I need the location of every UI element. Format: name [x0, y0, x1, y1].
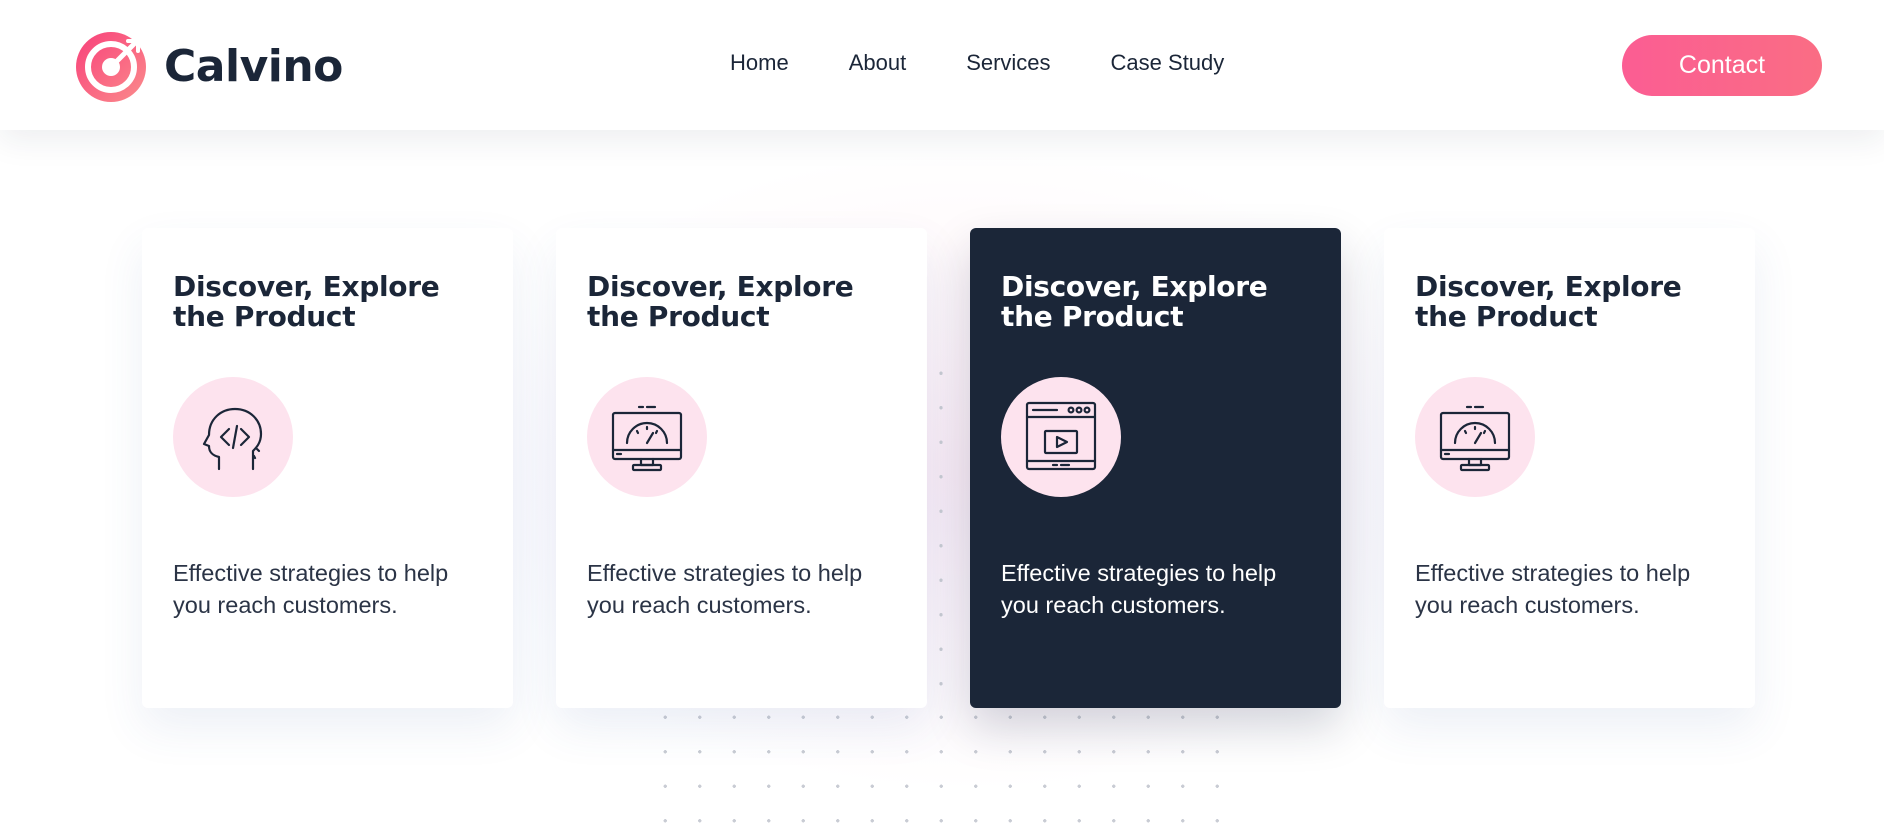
feature-card-2[interactable]: Discover, Explore the Product Effective …: [556, 228, 927, 708]
card-icon-badge: [1001, 377, 1121, 497]
card-title: Discover, Explore the Product: [587, 270, 854, 333]
card-title: Discover, Explore the Product: [1001, 270, 1268, 333]
card-icon-badge: [587, 377, 707, 497]
target-logo-icon: [76, 32, 146, 102]
card-description: Effective strategies to help you reach c…: [587, 560, 863, 618]
dashboard-monitor-icon: [611, 405, 683, 472]
brand-name: Calvino: [164, 40, 343, 92]
card-description: Effective strategies to help you reach c…: [173, 560, 449, 618]
card-title: Discover, Explore the Product: [173, 270, 440, 333]
video-browser-icon: [1025, 401, 1097, 471]
feature-card-1[interactable]: Discover, Explore the Product Effective …: [142, 228, 513, 708]
nav-item-services[interactable]: Services: [966, 50, 1050, 76]
site-header: Calvino Home About Services Case Study C…: [0, 0, 1884, 130]
feature-card-4[interactable]: Discover, Explore the Product Effective …: [1384, 228, 1755, 708]
card-description: Effective strategies to help you reach c…: [1001, 560, 1277, 618]
nav-item-home[interactable]: Home: [730, 50, 789, 76]
contact-button[interactable]: Contact: [1622, 35, 1822, 96]
card-title: Discover, Explore the Product: [1415, 270, 1682, 333]
nav-item-case-study[interactable]: Case Study: [1111, 50, 1225, 76]
dashboard-monitor-icon: [1439, 405, 1511, 472]
brand-logo[interactable]: Calvino: [74, 30, 343, 102]
feature-card-3-active[interactable]: Discover, Explore the Product Effective …: [970, 228, 1341, 708]
coding-head-icon: [202, 407, 263, 471]
card-description: Effective strategies to help you reach c…: [1415, 560, 1691, 618]
nav-item-about[interactable]: About: [849, 50, 907, 76]
card-icon-badge: [1415, 377, 1535, 497]
main-nav: Home About Services Case Study: [730, 50, 1224, 76]
card-icon-badge: [173, 377, 293, 497]
